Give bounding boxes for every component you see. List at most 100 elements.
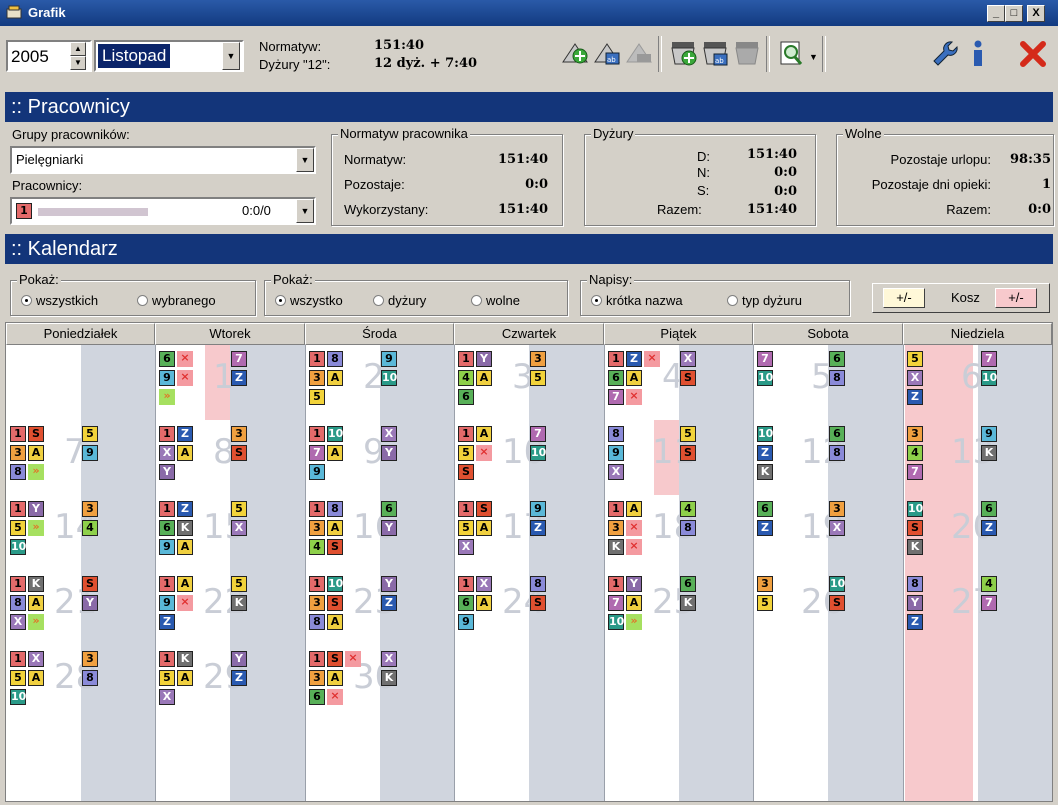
duty-chip[interactable]: 9	[981, 426, 997, 442]
delete-duty-icon[interactable]	[624, 38, 654, 70]
radio-show-all[interactable]: wszystko	[275, 293, 343, 308]
duty-chip[interactable]: ×	[177, 351, 193, 367]
duty-chip[interactable]: Y	[381, 520, 397, 536]
duty-chip[interactable]: A	[626, 370, 642, 386]
duty-chip[interactable]: 6	[458, 389, 474, 405]
duty-chip[interactable]: S	[458, 464, 474, 480]
duty-chip[interactable]: Y	[476, 351, 492, 367]
duty-chip[interactable]: 8	[327, 501, 343, 517]
duty-chip[interactable]: 1	[608, 576, 624, 592]
duty-chip[interactable]: 9	[458, 614, 474, 630]
duty-chip[interactable]: 1	[10, 651, 26, 667]
duty-chip[interactable]: 10	[381, 370, 397, 386]
duty-chip[interactable]: A	[177, 445, 193, 461]
duty-chip[interactable]: ×	[626, 389, 642, 405]
duty-chip[interactable]: 6	[757, 501, 773, 517]
duty-chip[interactable]: 3	[309, 520, 325, 536]
duty-chip[interactable]: K	[381, 670, 397, 686]
duty-chip[interactable]: 6	[829, 351, 845, 367]
duty-chip[interactable]: 10	[530, 445, 546, 461]
duty-chip[interactable]: 6	[159, 520, 175, 536]
duty-chip[interactable]: S	[327, 651, 343, 667]
duty-chip[interactable]: 3	[231, 426, 247, 442]
duty-chip[interactable]: 1	[10, 426, 26, 442]
duty-chip[interactable]: 1	[309, 651, 325, 667]
duty-chip[interactable]: S	[907, 520, 923, 536]
duty-chip[interactable]: Z	[907, 389, 923, 405]
duty-chip[interactable]: 1	[458, 426, 474, 442]
info-icon[interactable]	[966, 38, 990, 70]
duty-chip[interactable]: 10	[327, 426, 343, 442]
duty-chip[interactable]: 9	[159, 370, 175, 386]
duty-chip[interactable]: S	[530, 595, 546, 611]
duty-chip[interactable]: X	[476, 576, 492, 592]
duty-chip[interactable]: 8	[530, 576, 546, 592]
duty-chip[interactable]: X	[159, 689, 175, 705]
duty-chip[interactable]: S	[28, 426, 44, 442]
edit-employee-icon[interactable]: ab	[700, 38, 730, 70]
duty-chip[interactable]: ×	[345, 651, 361, 667]
duty-chip[interactable]: »	[28, 614, 44, 630]
duty-chip[interactable]: 10	[981, 370, 997, 386]
duty-chip[interactable]: K	[177, 651, 193, 667]
duty-chip[interactable]: 5	[231, 576, 247, 592]
duty-chip[interactable]: X	[159, 445, 175, 461]
chevron-down-icon[interactable]: ▼	[296, 148, 314, 172]
duty-chip[interactable]: 3	[907, 426, 923, 442]
duty-chip[interactable]: S	[476, 501, 492, 517]
duty-chip[interactable]: K	[177, 520, 193, 536]
radio-short-name[interactable]: krótka nazwa	[591, 293, 683, 308]
month-select[interactable]: Listopad ▼	[94, 40, 244, 72]
duty-chip[interactable]: Z	[177, 501, 193, 517]
duty-chip[interactable]: 10	[327, 576, 343, 592]
duty-chip[interactable]: X	[608, 464, 624, 480]
duty-chip[interactable]: 5	[680, 426, 696, 442]
duty-chip[interactable]: 7	[309, 445, 325, 461]
delete-employee-icon[interactable]	[732, 38, 762, 70]
duty-chip[interactable]: 9	[530, 501, 546, 517]
duty-chip[interactable]: ×	[644, 351, 660, 367]
duty-chip[interactable]: 1	[608, 351, 624, 367]
duty-chip[interactable]: 6	[829, 426, 845, 442]
duty-chip[interactable]: X	[10, 614, 26, 630]
duty-chip[interactable]: A	[476, 520, 492, 536]
duty-chip[interactable]: ×	[476, 445, 492, 461]
duty-chip[interactable]: 7	[231, 351, 247, 367]
duty-chip[interactable]: K	[231, 595, 247, 611]
duty-chip[interactable]: K	[981, 445, 997, 461]
calendar-day[interactable]	[903, 645, 1052, 720]
duty-chip[interactable]: 5	[458, 520, 474, 536]
duty-chip[interactable]: A	[327, 445, 343, 461]
duty-chip[interactable]: A	[476, 426, 492, 442]
duty-chip[interactable]: ×	[327, 689, 343, 705]
duty-chip[interactable]: 10	[10, 539, 26, 555]
duty-chip[interactable]: 1	[458, 576, 474, 592]
duty-chip[interactable]: 4	[309, 539, 325, 555]
duty-chip[interactable]: 8	[829, 445, 845, 461]
duty-chip[interactable]: 9	[381, 351, 397, 367]
duty-chip[interactable]: Y	[381, 576, 397, 592]
radio-duty-type[interactable]: typ dyżuru	[727, 293, 802, 308]
bin-button[interactable]: +/-	[995, 288, 1037, 308]
duty-chip[interactable]: A	[626, 501, 642, 517]
duty-chip[interactable]: 10	[907, 501, 923, 517]
year-up-button[interactable]: ▲	[70, 42, 86, 56]
duty-chip[interactable]: »	[28, 520, 44, 536]
duty-chip[interactable]: A	[327, 670, 343, 686]
duty-chip[interactable]: 5	[231, 501, 247, 517]
duty-chip[interactable]: 5	[458, 445, 474, 461]
plus-minus-button[interactable]: +/-	[883, 288, 925, 308]
duty-chip[interactable]: 3	[309, 370, 325, 386]
duty-chip[interactable]: Z	[231, 670, 247, 686]
duty-chip[interactable]: 7	[907, 464, 923, 480]
duty-chip[interactable]: 8	[327, 351, 343, 367]
radio-show-free[interactable]: wolne	[471, 293, 520, 308]
duty-chip[interactable]: Y	[907, 595, 923, 611]
duty-chip[interactable]: ×	[177, 595, 193, 611]
duty-chip[interactable]: 6	[458, 595, 474, 611]
duty-chip[interactable]: Z	[626, 351, 642, 367]
duty-chip[interactable]: K	[28, 576, 44, 592]
duty-chip[interactable]: Y	[82, 595, 98, 611]
duty-chip[interactable]: 7	[608, 389, 624, 405]
duty-chip[interactable]: A	[327, 520, 343, 536]
